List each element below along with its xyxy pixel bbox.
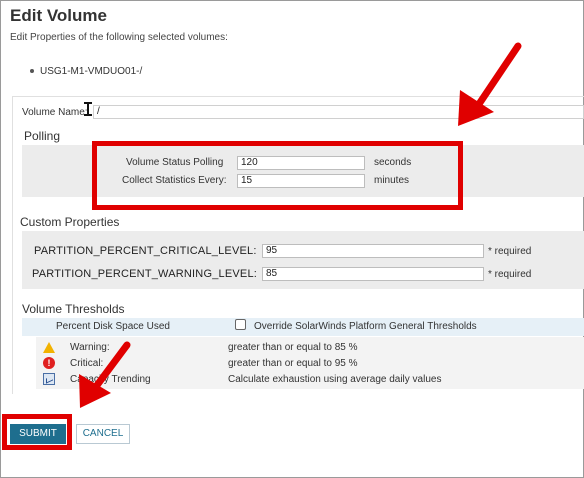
override-thresholds-checkbox[interactable]	[235, 319, 246, 330]
critical-value: greater than or equal to 95 %	[228, 358, 358, 369]
partition-warning-level-label: PARTITION_PERCENT_WARNING_LEVEL:	[32, 268, 258, 280]
critical-label: Critical:	[70, 358, 104, 369]
required-note: * required	[488, 246, 532, 257]
bullet-icon	[30, 69, 34, 74]
polling-section-title: Polling	[24, 129, 61, 143]
capacity-trending-label: Capacity Trending	[70, 374, 151, 385]
partition-critical-level-label: PARTITION_PERCENT_CRITICAL_LEVEL:	[34, 245, 257, 257]
override-thresholds-label: Override SolarWinds Platform General Thr…	[254, 321, 477, 332]
partition-warning-level-input[interactable]: 85	[262, 267, 484, 281]
warning-label: Warning:	[70, 342, 110, 353]
critical-icon: !	[43, 357, 55, 369]
selected-volume-item: USG1-M1-VMDUO01-/	[30, 66, 142, 77]
capacity-trending-value: Calculate exhaustion using average daily…	[228, 374, 442, 385]
selected-volume-label: USG1-M1-VMDUO01-/	[40, 66, 143, 77]
partition-critical-level-input[interactable]: 95	[262, 244, 484, 258]
text-cursor-icon	[84, 102, 92, 116]
required-note: * required	[488, 269, 532, 280]
annotation-highlight-box	[92, 141, 463, 210]
page-subtitle: Edit Properties of the following selecte…	[10, 32, 228, 43]
custom-properties-section-title: Custom Properties	[20, 215, 120, 229]
capacity-trending-icon	[43, 373, 55, 385]
page-title: Edit Volume	[10, 6, 107, 25]
volume-name-label: Volume Name:	[22, 107, 88, 118]
warning-value: greater than or equal to 85 %	[228, 342, 358, 353]
warning-icon	[43, 342, 55, 353]
submit-button[interactable]: SUBMIT	[10, 424, 66, 444]
volume-thresholds-section-title: Volume Thresholds	[22, 302, 125, 316]
cancel-button[interactable]: CANCEL	[76, 424, 130, 444]
percent-disk-space-label: Percent Disk Space Used	[56, 321, 170, 332]
volume-name-input[interactable]: /	[93, 105, 584, 119]
